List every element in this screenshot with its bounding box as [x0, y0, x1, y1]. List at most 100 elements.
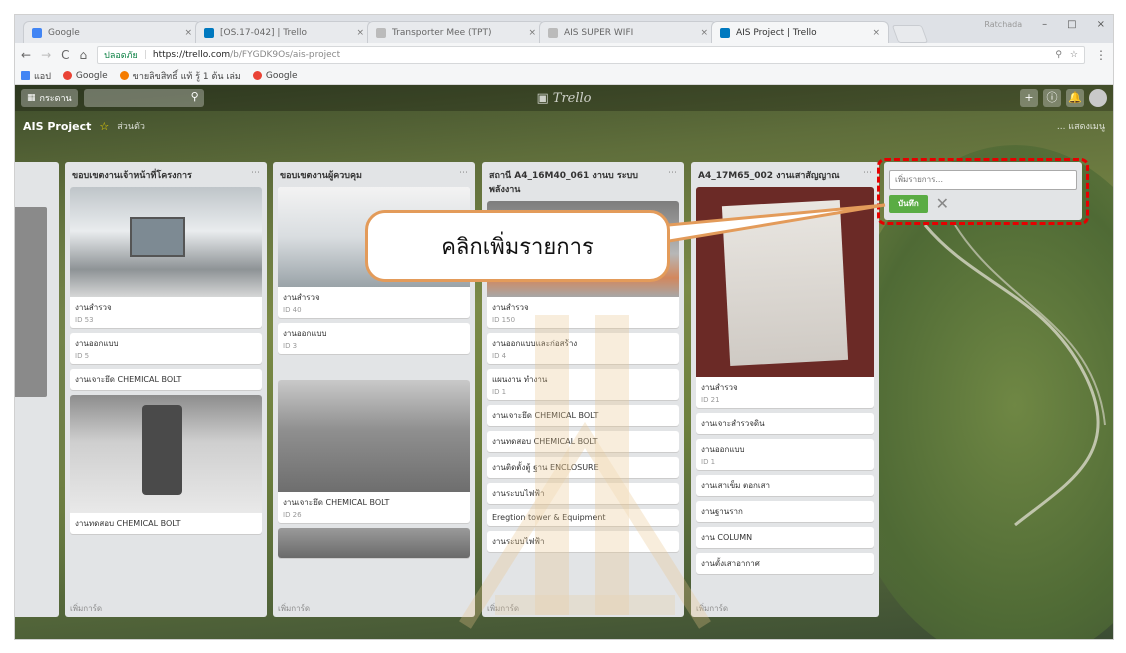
list-menu-icon[interactable]: ⋯ [459, 168, 468, 178]
close-window-icon[interactable]: × [1097, 19, 1105, 30]
list-card[interactable]: Eregtion tower & Equipment [487, 509, 679, 526]
reload-icon[interactable]: C [61, 48, 69, 62]
trello-logo-text: Trello [552, 90, 592, 106]
browser-tab[interactable]: AIS SUPER WIFI × [539, 21, 717, 43]
list-card[interactable]: งานฐานราก [696, 501, 874, 522]
list-menu-icon[interactable]: ⋯ [251, 168, 260, 178]
card-title: งานสำรวจ [75, 303, 112, 312]
list-card[interactable]: งานออกแบบ ID 5 [70, 333, 262, 364]
bookmark-shop[interactable]: ขายลิขสิทธิ์ แท้ รู้ 1 ต้น เล่ม [119, 69, 241, 83]
board-icon: ▦ [27, 93, 36, 103]
card-cover-image [15, 207, 47, 397]
list-card[interactable]: งานเจาะยึด CHEMICAL BOLT ID 26 [278, 380, 470, 523]
window-controls: Ratchada – □ × [984, 19, 1105, 30]
list-card[interactable]: งานเจาะยึด CHEMICAL BOLT [70, 369, 262, 390]
bookmark-star-icon[interactable]: ☆ [1070, 50, 1078, 60]
tab-close-icon[interactable]: × [356, 28, 364, 38]
list-card[interactable]: งานระบบไฟฟ้า [487, 531, 679, 552]
board-header: AIS Project ☆ ส่วนตัว ... แสดงเมนู [15, 115, 1113, 137]
add-card-button[interactable]: เพิ่มการ์ด [70, 602, 102, 615]
tab-close-icon[interactable]: × [872, 28, 880, 38]
add-card-button[interactable]: เพิ่มการ์ด [278, 602, 310, 615]
highlight-box [877, 158, 1089, 225]
trello-logo-icon: ▣ [536, 90, 549, 106]
card-title: งานเจาะยึด CHEMICAL BOLT [75, 375, 182, 384]
list-menu-icon[interactable]: ⋯ [668, 168, 677, 178]
board-visibility[interactable]: ส่วนตัว [117, 119, 145, 133]
boards-button-label: กระดาน [39, 94, 72, 104]
list-header[interactable]: A4_17M65_002 งานเสาสัญญาณ ⋯ [696, 166, 874, 187]
tab-close-icon[interactable]: × [184, 28, 192, 38]
browser-tab-active[interactable]: AIS Project | Trello × [711, 21, 889, 43]
minimize-icon[interactable]: – [1042, 19, 1047, 30]
list-card-partial[interactable] [278, 528, 470, 558]
browser-tab[interactable]: Transporter Mee (TPT) × [367, 21, 545, 43]
bookmark-google[interactable]: Google [62, 71, 108, 81]
browser-menu-icon[interactable]: ⋮ [1095, 48, 1107, 62]
star-icon[interactable]: ☆ [99, 120, 109, 133]
list-title[interactable]: A4_17M65_002 งานเสาสัญญาณ [698, 168, 840, 182]
list-card[interactable]: แผนงาน ทำงาน ID 1 [487, 369, 679, 400]
list-title[interactable]: ขอบเขตงานผู้ควบคุม [280, 168, 362, 182]
list-menu-icon[interactable]: ⋯ [863, 168, 872, 178]
card-cover-image [70, 187, 262, 297]
trello-search-input[interactable]: ⚲ [83, 89, 204, 107]
back-icon[interactable]: ← [21, 48, 31, 62]
show-menu-button[interactable]: ... แสดงเมนู [1057, 119, 1105, 133]
list-header[interactable]: ขอบเขตงานเจ้าหน้าที่โครงการ ⋯ [70, 166, 262, 187]
avatar[interactable] [1089, 89, 1107, 107]
equipment-panel-icon [130, 217, 185, 257]
board-title[interactable]: AIS Project [23, 120, 91, 133]
list-card[interactable]: งานออกแบบและก่อสร้าง ID 4 [487, 333, 679, 364]
card-cover-image [278, 380, 470, 492]
trello-header: ▦ กระดาน ⚲ ▣ Trello + ⓘ 🔔 [15, 85, 1113, 111]
url-bar[interactable]: ปลอดภัย | https://trello.com /b/FYGDK9Os… [97, 46, 1085, 64]
list-card[interactable]: งานเสาเข็ม ตอกเสา [696, 475, 874, 496]
card-title: งานระบบไฟฟ้า [492, 537, 545, 546]
list-card[interactable]: งานตั้งเสาอากาศ [696, 553, 874, 574]
bookmark-google[interactable]: Google [252, 71, 298, 81]
card-meta: ID 4 [492, 352, 507, 360]
trello-logo[interactable]: ▣ Trello [536, 91, 591, 106]
add-card-button[interactable]: เพิ่มการ์ด [487, 602, 519, 615]
page-favicon-icon [376, 27, 386, 38]
forward-icon[interactable]: → [41, 48, 51, 62]
card-title: งานออกแบบและก่อสร้าง [492, 339, 578, 348]
card-title: งานติดตั้งตู้ ฐาน ENCLOSURE [492, 463, 599, 472]
zoom-icon[interactable]: ⚲ [1055, 50, 1062, 60]
card-title: งานทดสอบ CHEMICAL BOLT [75, 519, 181, 528]
list-card[interactable]: งานทดสอบ CHEMICAL BOLT [70, 395, 262, 534]
card-meta: ID 1 [492, 388, 507, 396]
tab-close-icon[interactable]: × [528, 28, 536, 38]
list-title[interactable]: สถานี A4_16M40_061 งานบ ระบบพลังงาน [489, 168, 668, 196]
list-card[interactable]: งานติดตั้งตู้ ฐาน ENCLOSURE [487, 457, 679, 478]
list-header[interactable]: ขอบเขตงานผู้ควบคุม ⋯ [278, 166, 470, 187]
browser-tab[interactable]: Google × [23, 21, 201, 43]
add-card-button[interactable]: เพิ่มการ์ด [696, 602, 728, 615]
list-card[interactable]: งานออกแบบ ID 3 [278, 323, 470, 354]
trello-board: ▦ กระดาน ⚲ ▣ Trello + ⓘ 🔔 AIS Project ☆ … [15, 85, 1113, 639]
boards-button[interactable]: ▦ กระดาน [21, 89, 78, 107]
list-card[interactable]: งานระบบไฟฟ้า [487, 483, 679, 504]
list-card[interactable]: งานเจาะยึด CHEMICAL BOLT [487, 405, 679, 426]
tab-title: AIS Project | Trello [736, 27, 817, 38]
notification-bell-icon[interactable]: 🔔 [1066, 89, 1084, 107]
list-card[interactable]: งานทดสอบ CHEMICAL BOLT [487, 431, 679, 452]
bookmark-apps[interactable]: แอป [21, 69, 51, 83]
omnibox-actions: ⚲ ☆ [1055, 50, 1078, 60]
tab-close-icon[interactable]: × [700, 28, 708, 38]
list-card[interactable]: งานเจาะสำรวจดิน [696, 413, 874, 434]
add-icon[interactable]: + [1020, 89, 1038, 107]
list-card[interactable]: งานออกแบบ ID 1 [696, 439, 874, 470]
card-title: งานสำรวจ [283, 293, 320, 302]
tab-title: Google [48, 27, 80, 38]
list-card[interactable]: งานสำรวจ ID 53 [70, 187, 262, 328]
maximize-icon[interactable]: □ [1067, 19, 1076, 30]
home-icon[interactable]: ⌂ [80, 48, 88, 62]
info-icon[interactable]: ⓘ [1043, 89, 1061, 107]
new-tab-button[interactable] [891, 25, 929, 43]
browser-tab[interactable]: [OS.17-042] | Trello × [195, 21, 373, 43]
card-meta: ID 26 [283, 511, 302, 519]
list-title[interactable]: ขอบเขตงานเจ้าหน้าที่โครงการ [72, 168, 192, 182]
list-card[interactable]: งาน COLUMN [696, 527, 874, 548]
